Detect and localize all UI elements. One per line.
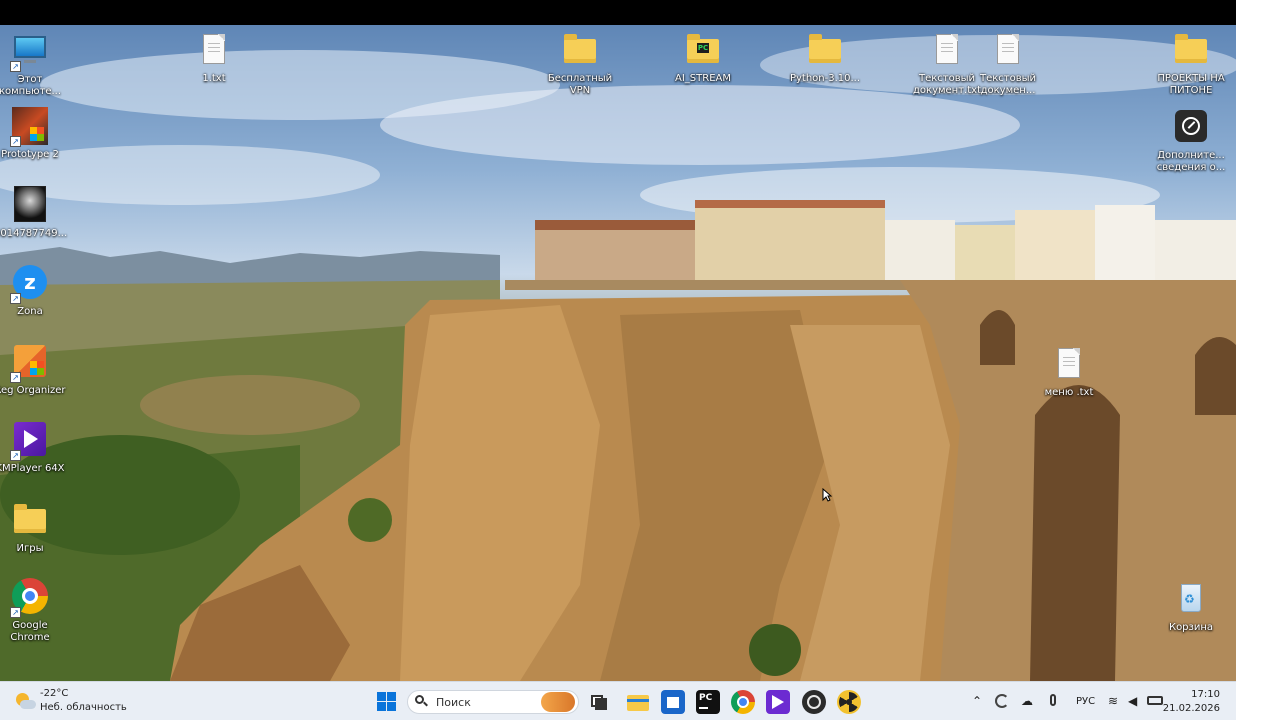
desktop-icon-label: Текстовый докумен...: [979, 73, 1037, 96]
desktop-icon-prototype-2[interactable]: ↗ Prototype 2: [0, 107, 66, 161]
folder-icon: [10, 501, 50, 541]
text-file-icon: [194, 31, 234, 71]
info-app-icon: [1171, 108, 1211, 148]
kmplayer-icon: ↗: [10, 421, 50, 461]
desktop-icon-label: Python-3.10...: [789, 73, 861, 84]
desktop-icon-label: Корзина: [1168, 622, 1214, 633]
photo-icon: [10, 186, 50, 226]
computer-icon: ↗: [10, 32, 50, 72]
shortcut-arrow-icon: ↗: [10, 607, 21, 618]
desktop-icon-recycle-bin[interactable]: ♻ Корзина: [1155, 580, 1227, 634]
search-icon: [415, 695, 428, 707]
microphone-icon[interactable]: [1050, 694, 1056, 706]
cloud-off-icon[interactable]: ☁: [1021, 694, 1033, 708]
desktop-icon-zona[interactable]: z ↗ Zona: [0, 264, 66, 318]
desktop-icon-label: KMPlayer 64X: [0, 463, 65, 474]
shortcut-arrow-icon: ↗: [10, 372, 21, 383]
desktop-icon-ai-stream-folder[interactable]: PC AI_STREAM: [667, 31, 739, 85]
desktop-icon-label: 1.txt: [202, 73, 226, 84]
battery-icon[interactable]: [1147, 696, 1163, 705]
chrome-icon: ↗: [10, 578, 50, 618]
desktop-icon-label: меню .txt: [1044, 387, 1094, 398]
shortcut-arrow-icon: ↗: [10, 136, 21, 147]
desktop-icon-label: Reg Organizer: [0, 385, 66, 396]
volume-icon[interactable]: ◀︎: [1128, 694, 1137, 708]
desktop-icon-label: AI_STREAM: [675, 73, 731, 84]
search-highlight-icon: [541, 692, 575, 712]
text-file-icon: [1049, 345, 1089, 385]
zona-icon: z ↗: [10, 264, 50, 304]
taskbar: -22°C Неб. облачность Поиск PC ⌃ ☁ РУС ≋…: [0, 681, 1236, 720]
desktop-icon-python-projects-folder[interactable]: ПРОЕКТЫ НА ПИТОНЕ: [1155, 31, 1227, 97]
search-placeholder: Поиск: [436, 696, 471, 709]
desktop-icon-label: Бесплатный VPN: [547, 73, 613, 96]
pycharm-icon[interactable]: PC: [696, 690, 720, 714]
obs-icon[interactable]: [802, 690, 826, 714]
chrome-icon[interactable]: [731, 690, 755, 714]
weather-cloud-sun-icon[interactable]: [14, 690, 36, 712]
start-icon[interactable]: [375, 690, 399, 714]
desktop-icon-reg-organizer[interactable]: ↗ Reg Organizer: [0, 343, 66, 397]
folder-icon: PC: [683, 31, 723, 71]
wifi-icon[interactable]: ≋: [1108, 694, 1118, 708]
shortcut-arrow-icon: ↗: [10, 293, 21, 304]
recycle-symbol-icon: ♻: [1184, 592, 1195, 606]
desktop-icon-python-folder[interactable]: Python-3.10...: [789, 31, 861, 85]
language-indicator[interactable]: РУС: [1076, 696, 1095, 707]
text-file-icon: [927, 31, 967, 71]
task-view-icon[interactable]: [589, 693, 609, 711]
desktop-icon-kmplayer[interactable]: ↗ KMPlayer 64X: [0, 421, 66, 475]
shortcut-arrow-icon: ↗: [10, 61, 21, 72]
desktop-icon-label: Дополните... сведения о...: [1156, 150, 1226, 173]
desktop-icon-label: Prototype 2: [1, 149, 59, 160]
desktop-icon-1-txt[interactable]: 1.txt: [178, 31, 250, 85]
desktop-icon-free-vpn-folder[interactable]: Бесплатный VPN: [544, 31, 616, 97]
screen-right-border: [1236, 0, 1280, 720]
text-file-icon: [988, 31, 1028, 71]
sync-icon[interactable]: [995, 694, 1009, 708]
visual-studio-icon[interactable]: [766, 690, 790, 714]
desktop-icon-label: Игры: [16, 543, 44, 554]
shortcut-arrow-icon: ↗: [10, 450, 21, 461]
file-explorer-icon[interactable]: [626, 690, 650, 714]
screen-top-border: [0, 0, 1236, 25]
desktop-icon-photo[interactable]: 5014787749...: [0, 186, 68, 240]
weather-temperature[interactable]: -22°C: [40, 688, 68, 699]
radiation-app-icon[interactable]: [837, 690, 861, 714]
clock-time[interactable]: 17:10: [1191, 689, 1220, 700]
desktop-icon-label: Этот компьюте...: [0, 74, 62, 97]
desktop-icon-google-chrome[interactable]: ↗ Google Chrome: [0, 578, 66, 644]
desktop-icon-games-folder[interactable]: Игры: [0, 501, 66, 555]
desktop-icon-label: 5014787749...: [0, 228, 68, 239]
desktop-icon-label: Zona: [17, 306, 43, 317]
desktop-icon-label: ПРОЕКТЫ НА ПИТОНЕ: [1157, 73, 1225, 96]
show-hidden-icons-chevron-icon[interactable]: ⌃: [972, 694, 982, 708]
desktop-icon-menu-txt[interactable]: меню .txt: [1033, 345, 1105, 399]
weather-description[interactable]: Неб. облачность: [40, 702, 127, 713]
mouse-cursor-icon: [822, 488, 832, 502]
clock-date[interactable]: 21.02.2026: [1163, 703, 1220, 714]
game-shortcut-icon: ↗: [10, 107, 50, 147]
folder-icon: [805, 31, 845, 71]
store-icon[interactable]: [661, 690, 685, 714]
desktop-icon-text-document-2[interactable]: Текстовый докумен...: [972, 31, 1044, 97]
recycle-bin-icon: ♻: [1171, 580, 1211, 620]
desktop-icon-this-pc[interactable]: ↗ Этот компьюте...: [0, 32, 66, 98]
desktop-icon-label: Google Chrome: [10, 620, 50, 643]
reg-organizer-icon: ↗: [10, 343, 50, 383]
folder-icon: [1171, 31, 1211, 71]
folder-icon: [560, 31, 600, 71]
desktop-icon-additional-info[interactable]: Дополните... сведения о...: [1155, 108, 1227, 174]
